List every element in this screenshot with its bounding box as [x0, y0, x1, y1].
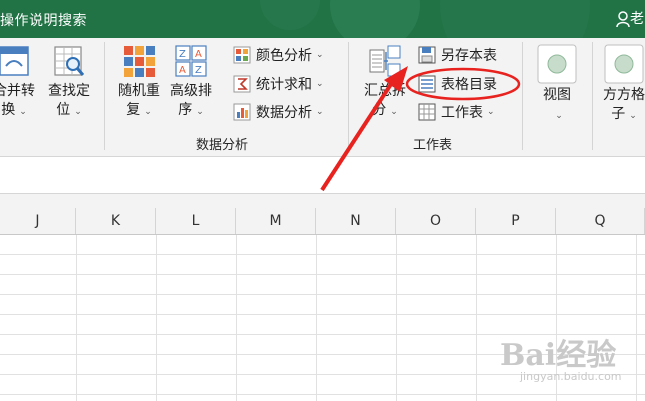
- group-separator: [104, 42, 105, 150]
- view-label: 视图: [543, 87, 571, 103]
- column-header-j[interactable]: J: [0, 208, 76, 234]
- color-analysis-label: 颜色分析: [256, 48, 312, 64]
- advanced-sort-label: 高级排: [170, 83, 212, 99]
- user-icon: [616, 11, 630, 28]
- column-header-m[interactable]: M: [236, 208, 316, 234]
- summary-split-label: 汇总拆: [364, 83, 406, 99]
- ribbon: 合并转 换⌄ 查找定 位⌄ 随机重 复⌄: [0, 38, 645, 157]
- view-button[interactable]: 视图 ⌄: [533, 44, 581, 126]
- advanced-sort-sub: 序: [178, 102, 193, 118]
- find-locate-icon: [52, 44, 86, 78]
- chevron-down-icon: ⌄: [390, 107, 398, 117]
- formula-bar[interactable]: [0, 157, 645, 194]
- title-decoration: [440, 0, 590, 38]
- merge-convert-button[interactable]: 合并转 换⌄: [0, 44, 38, 122]
- chevron-down-icon: ⌄: [144, 107, 152, 117]
- chevron-down-icon: ⌄: [555, 111, 563, 121]
- color-analysis-icon: [233, 46, 251, 64]
- user-account[interactable]: 老: [616, 8, 644, 28]
- table-catalog-label: 表格目录: [441, 77, 497, 93]
- merge-convert-icon: [0, 44, 31, 78]
- chevron-down-icon: ⌄: [316, 79, 324, 89]
- merge-convert-label: 合并转: [0, 83, 35, 99]
- data-analysis-button[interactable]: 数据分析 ⌄: [233, 101, 324, 123]
- svg-text:Z: Z: [195, 65, 202, 76]
- random-repeat-sub: 复: [126, 102, 141, 118]
- title-bar: 操作说明搜索 老: [0, 0, 645, 38]
- find-locate-label: 查找定: [48, 83, 90, 99]
- summary-split-button[interactable]: 汇总拆 分 ⌄: [358, 44, 412, 122]
- data-analysis-icon: [233, 103, 251, 121]
- chevron-down-icon: ⌄: [74, 107, 82, 117]
- summary-split-icon: [368, 44, 402, 78]
- data-analysis-label: 数据分析: [256, 105, 312, 121]
- random-repeat-button[interactable]: 随机重 复 ⌄: [114, 44, 164, 122]
- save-sheet-icon: [418, 46, 436, 64]
- formula-gap: [0, 194, 645, 208]
- color-analysis-button[interactable]: 颜色分析 ⌄: [233, 44, 324, 66]
- svg-text:A: A: [179, 65, 186, 76]
- group-separator: [522, 42, 523, 150]
- chevron-down-icon: ⌄: [19, 107, 27, 117]
- view-icon: [537, 44, 577, 84]
- group-separator: [592, 42, 593, 150]
- column-header-q[interactable]: Q: [556, 208, 645, 234]
- title-decoration: [260, 0, 320, 30]
- group-label-data-analysis: 数据分析: [196, 138, 249, 153]
- user-name: 老: [630, 11, 644, 27]
- column-header-o[interactable]: O: [396, 208, 476, 234]
- square-grid-icon: [604, 44, 644, 84]
- column-header-k[interactable]: K: [76, 208, 156, 234]
- worksheet-label: 工作表: [441, 105, 483, 121]
- worksheet-button[interactable]: 工作表 ⌄: [418, 101, 495, 123]
- table-catalog-button[interactable]: 表格目录: [418, 73, 497, 95]
- table-catalog-icon: [418, 75, 436, 93]
- title-decoration: [330, 0, 420, 38]
- find-locate-sub: 位: [56, 102, 71, 118]
- advanced-sort-button[interactable]: Z A A Z 高级排 序 ⌄: [166, 44, 216, 122]
- merge-convert-sub: 换: [1, 102, 16, 118]
- sum-count-button[interactable]: 统计求和 ⌄: [233, 73, 324, 95]
- group-separator: [348, 42, 349, 150]
- square-grid-sub: 子: [611, 106, 626, 122]
- chevron-down-icon: ⌄: [196, 107, 204, 117]
- chevron-down-icon: ⌄: [316, 50, 324, 60]
- column-header-l[interactable]: L: [156, 208, 236, 234]
- save-as-sheet-button[interactable]: 另存本表: [418, 44, 497, 66]
- column-header-p[interactable]: P: [476, 208, 556, 234]
- svg-text:A: A: [195, 49, 202, 60]
- chevron-down-icon: ⌄: [487, 107, 495, 117]
- watermark-logo: Bai经验: [500, 338, 617, 373]
- random-repeat-label: 随机重: [118, 83, 160, 99]
- svg-text:Z: Z: [179, 49, 186, 60]
- find-locate-button[interactable]: 查找定 位 ⌄: [45, 44, 93, 122]
- advanced-sort-icon: Z A A Z: [174, 44, 208, 78]
- column-header-n[interactable]: N: [316, 208, 396, 234]
- chevron-down-icon: ⌄: [316, 107, 324, 117]
- sum-count-label: 统计求和: [256, 77, 312, 93]
- worksheet-icon: [418, 103, 436, 121]
- watermark-url: jingyan.baidu.com: [520, 370, 622, 383]
- chevron-down-icon: ⌄: [629, 111, 637, 121]
- search-instructions[interactable]: 操作说明搜索: [0, 10, 87, 30]
- summary-split-sub: 分: [372, 102, 387, 118]
- column-headers: J K L M N O P Q: [0, 208, 645, 235]
- group-label-worksheet: 工作表: [413, 138, 453, 153]
- square-grid-button[interactable]: 方方格 子 ⌄: [598, 44, 645, 126]
- square-grid-label: 方方格: [603, 87, 645, 103]
- save-as-sheet-label: 另存本表: [441, 48, 497, 64]
- random-repeat-icon: [122, 44, 156, 78]
- sum-count-icon: [233, 75, 251, 93]
